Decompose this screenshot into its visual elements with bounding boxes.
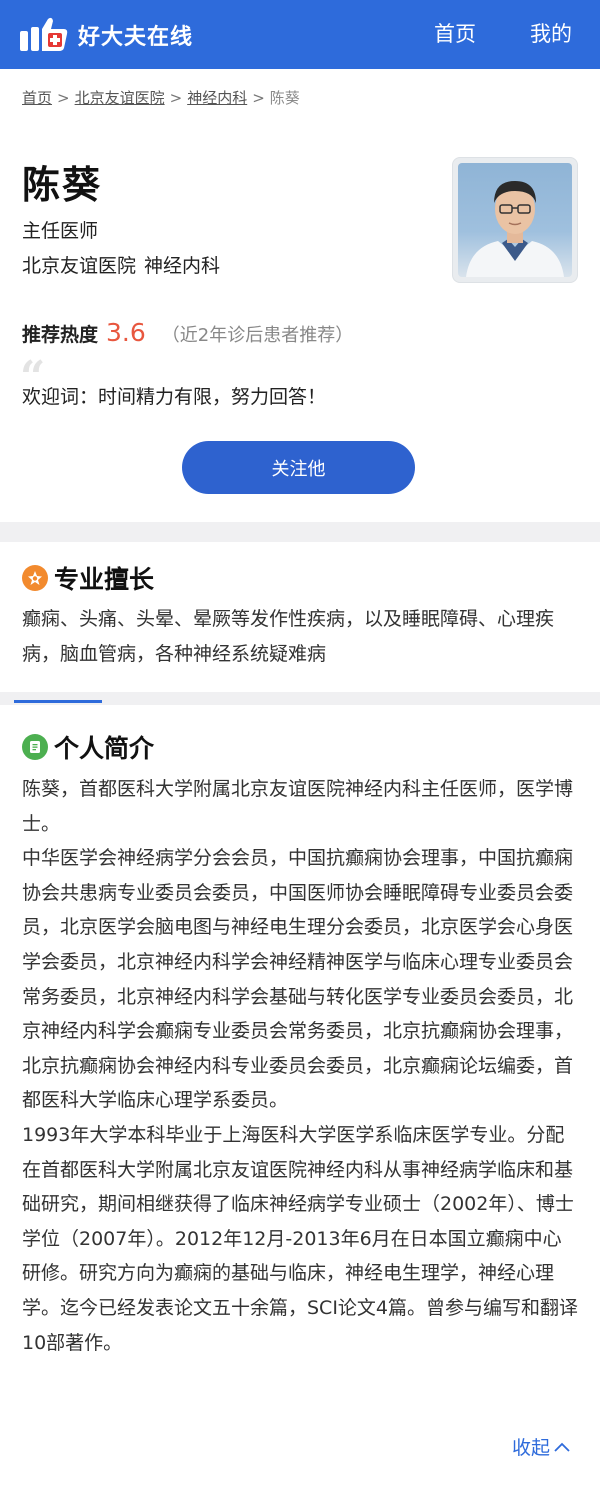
- nav-home-link[interactable]: 首页: [434, 18, 476, 48]
- collapse-label: 收起: [512, 1437, 551, 1459]
- section-divider: [0, 692, 600, 705]
- bio-paragraph: 中华医学会神经病学分会会员，中国抗癫痫协会理事，中国抗癫痫协会共患病专业委员会委…: [22, 847, 574, 1112]
- specialty-heading: 专业擅长: [22, 560, 154, 596]
- breadcrumb-separator: >: [169, 89, 183, 107]
- doctor-department: 神经内科: [144, 255, 221, 277]
- nav-mine-link[interactable]: 我的: [530, 18, 572, 48]
- profile-doc-icon: [22, 734, 48, 760]
- doctor-hospital: 北京友谊医院: [22, 255, 137, 277]
- bio-paragraph: 1993年大学本科毕业于上海医科大学医学系临床医学专业。分配在首都医科大学附属北…: [22, 1123, 579, 1354]
- doctor-name: 陈葵: [22, 163, 103, 207]
- breadcrumb-separator: >: [252, 89, 265, 107]
- site-logo[interactable]: 好大夫在线: [18, 15, 193, 55]
- section-divider: [0, 522, 600, 542]
- breadcrumb-home-link[interactable]: 首页: [22, 89, 52, 107]
- breadcrumb-hospital-link[interactable]: 北京友谊医院: [75, 89, 165, 107]
- bio-text: 陈葵，首都医科大学附属北京友谊医院神经内科主任医师，医学博士。 中华医学会神经病…: [22, 772, 580, 1360]
- tab-indicator: [14, 700, 102, 703]
- top-navigation-bar: 好大夫在线 首页 我的: [0, 0, 600, 69]
- specialty-text: 癫痫、头痛、头晕、晕厥等发作性疾病，以及睡眠障碍、心理疾病，脑血管病，各种神经系…: [22, 608, 555, 665]
- recommendation-label: 推荐热度: [22, 324, 99, 346]
- specialty-icon: [22, 565, 48, 591]
- bio-paragraph: 陈葵，首都医科大学附属北京友谊医院神经内科主任医师，医学博士。: [22, 778, 574, 835]
- bio-heading: 个人简介: [22, 729, 154, 765]
- recommendation-note: （近2年诊后患者推荐）: [161, 325, 354, 346]
- doctor-affiliation: 北京友谊医院 神经内科: [22, 251, 220, 278]
- bio-heading-text: 个人简介: [54, 734, 155, 763]
- recommendation-row: 推荐热度 3.6 （近2年诊后患者推荐）: [22, 318, 353, 347]
- thumbs-up-logo-icon: [18, 15, 74, 55]
- recommendation-score: 3.6: [106, 318, 146, 347]
- doctor-portrait-image: [466, 181, 564, 277]
- breadcrumb-current: 陈葵: [269, 89, 300, 107]
- collapse-button[interactable]: 收起: [512, 1433, 571, 1460]
- welcome-message: 欢迎词：时间精力有限，努力回答！: [22, 386, 327, 408]
- doctor-avatar: [452, 157, 578, 283]
- follow-button[interactable]: 关注他: [182, 441, 415, 494]
- specialty-heading-text: 专业擅长: [54, 565, 155, 594]
- logo-text: 好大夫在线: [78, 25, 194, 50]
- breadcrumb-separator: >: [57, 89, 70, 107]
- breadcrumb: 首页 > 北京友谊医院 > 神经内科 > 陈葵: [22, 87, 300, 108]
- chevron-up-icon: [554, 1442, 570, 1452]
- doctor-title: 主任医师: [22, 220, 99, 242]
- breadcrumb-department-link[interactable]: 神经内科: [187, 89, 247, 107]
